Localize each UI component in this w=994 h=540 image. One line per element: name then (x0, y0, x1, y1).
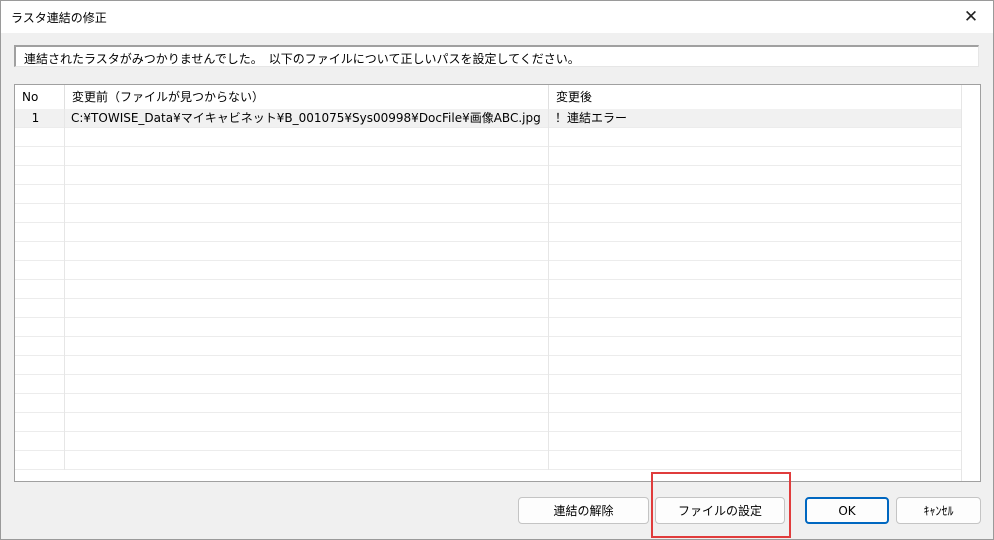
column-header-before[interactable]: 変更前（ファイルが見つからない） (65, 85, 549, 109)
table-row[interactable] (15, 318, 962, 337)
cell-after (549, 166, 962, 185)
vertical-scrollbar[interactable] (961, 85, 980, 481)
cell-no (15, 451, 65, 470)
cell-before (65, 223, 549, 242)
cell-after (549, 413, 962, 432)
cell-before (65, 261, 549, 280)
cell-before (65, 128, 549, 147)
cell-after (549, 185, 962, 204)
table-row[interactable] (15, 261, 962, 280)
cell-no (15, 223, 65, 242)
cell-after (549, 147, 962, 166)
cell-no (15, 375, 65, 394)
cell-before (65, 356, 549, 375)
cell-before (65, 147, 549, 166)
table-row[interactable] (15, 299, 962, 318)
table-row[interactable]: 1 C:¥TOWISE_Data¥マイキャビネット¥B_001075¥Sys009… (15, 109, 962, 128)
cell-before: C:¥TOWISE_Data¥マイキャビネット¥B_001075¥Sys0099… (65, 109, 549, 128)
cell-after (549, 261, 962, 280)
cell-after (549, 375, 962, 394)
table-row[interactable] (15, 375, 962, 394)
table-row[interactable] (15, 147, 962, 166)
ok-button[interactable]: OK (805, 497, 889, 524)
cell-after (549, 337, 962, 356)
link-table[interactable]: No 変更前（ファイルが見つからない） 変更後 1 C:¥TOWISE_Data¥… (14, 84, 981, 482)
table-row[interactable] (15, 413, 962, 432)
cell-before (65, 185, 549, 204)
cell-before (65, 432, 549, 451)
cell-after (549, 280, 962, 299)
cell-no (15, 261, 65, 280)
cell-no (15, 356, 65, 375)
cell-before (65, 299, 549, 318)
close-icon: ✕ (963, 7, 979, 27)
cell-no (15, 242, 65, 261)
cell-before (65, 394, 549, 413)
cell-before (65, 280, 549, 299)
cell-no (15, 204, 65, 223)
set-file-button[interactable]: ファイルの設定 (655, 497, 785, 524)
column-header-no[interactable]: No (15, 85, 65, 109)
cell-no: 1 (15, 109, 65, 128)
cell-no (15, 280, 65, 299)
title-bar[interactable]: ラスタ連結の修正 ✕ (1, 1, 993, 33)
unlink-button[interactable]: 連結の解除 (518, 497, 649, 524)
cell-before (65, 413, 549, 432)
dialog-window: ラスタ連結の修正 ✕ 連結されたラスタがみつかりませんでした。 以下のファイルに… (0, 0, 994, 540)
column-header-after[interactable]: 変更後 (549, 85, 962, 109)
cell-after (549, 242, 962, 261)
cell-before (65, 318, 549, 337)
close-button[interactable]: ✕ (949, 1, 993, 33)
cell-after (549, 318, 962, 337)
cancel-button[interactable]: ｷｬﾝｾﾙ (896, 497, 981, 524)
cell-before (65, 337, 549, 356)
cell-before (65, 375, 549, 394)
cell-after (549, 204, 962, 223)
cell-no (15, 432, 65, 451)
table-row[interactable] (15, 356, 962, 375)
table-row[interactable] (15, 128, 962, 147)
cell-after (549, 394, 962, 413)
cell-no (15, 337, 65, 356)
cell-no (15, 318, 65, 337)
cell-after (549, 356, 962, 375)
table-row[interactable] (15, 451, 962, 470)
table-row[interactable] (15, 204, 962, 223)
cell-after (549, 223, 962, 242)
table-header: No 変更前（ファイルが見つからない） 変更後 (15, 85, 962, 109)
cell-no (15, 166, 65, 185)
table-row[interactable] (15, 242, 962, 261)
table-row[interactable] (15, 337, 962, 356)
table-row[interactable] (15, 280, 962, 299)
cell-no (15, 413, 65, 432)
cell-no (15, 147, 65, 166)
cell-no (15, 299, 65, 318)
cell-no (15, 128, 65, 147)
table-row[interactable] (15, 394, 962, 413)
cell-after: ！連結エラー (549, 109, 962, 128)
table-row[interactable] (15, 223, 962, 242)
cell-after (549, 128, 962, 147)
cell-before (65, 204, 549, 223)
window-title: ラスタ連結の修正 (11, 11, 107, 25)
cell-after (549, 299, 962, 318)
cell-before (65, 166, 549, 185)
table-row[interactable] (15, 185, 962, 204)
cell-before (65, 242, 549, 261)
cell-after (549, 451, 962, 470)
cell-no (15, 394, 65, 413)
table-row[interactable] (15, 432, 962, 451)
table-body: 1 C:¥TOWISE_Data¥マイキャビネット¥B_001075¥Sys009… (15, 109, 962, 481)
table-row[interactable] (15, 166, 962, 185)
message-text: 連結されたラスタがみつかりませんでした。 以下のファイルについて正しいパスを設定… (24, 52, 580, 66)
cell-no (15, 185, 65, 204)
cell-after (549, 432, 962, 451)
cell-before (65, 451, 549, 470)
message-box: 連結されたラスタがみつかりませんでした。 以下のファイルについて正しいパスを設定… (14, 45, 979, 67)
